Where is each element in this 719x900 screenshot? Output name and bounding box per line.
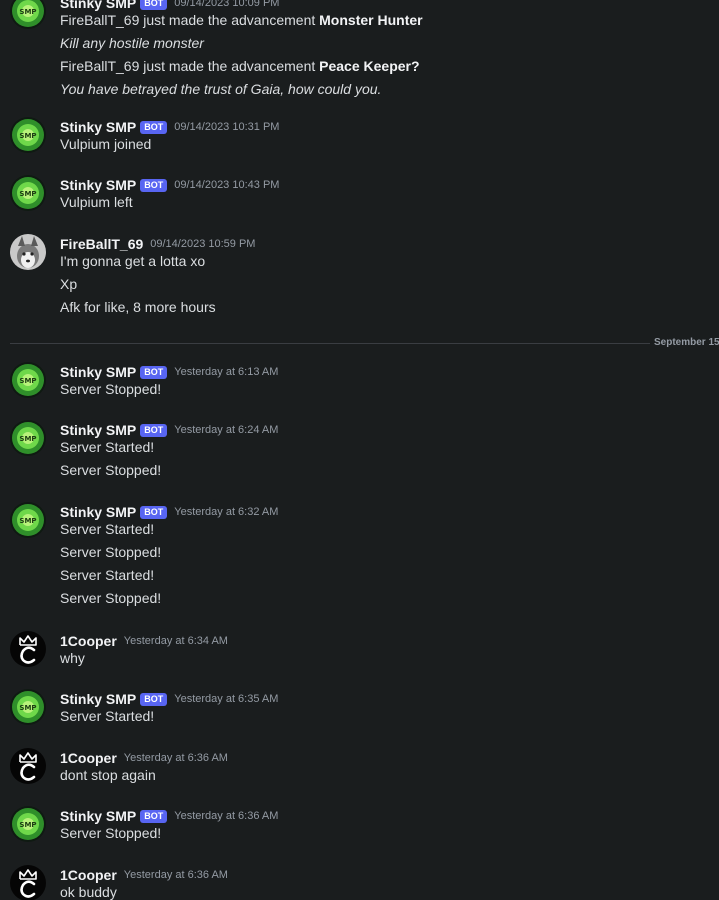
message-text: You have betrayed the trust of Gaia, how… [60, 81, 382, 97]
bot-badge: BOT [140, 505, 168, 519]
bot-badge: BOT [140, 365, 168, 379]
message-text: Server Stopped! [60, 590, 162, 606]
message-text: Server Stopped! [60, 825, 162, 841]
husky-avatar[interactable] [10, 234, 46, 270]
message-text: Kill any hostile monster [60, 35, 204, 51]
svg-text:SMP: SMP [19, 704, 36, 712]
bot-badge: BOT [140, 120, 168, 134]
message-header: Stinky SMP BOT Yesterday at 6:35 AM [60, 689, 278, 709]
bot-badge: BOT [140, 178, 168, 192]
message-text: Server Stopped! [60, 544, 162, 560]
message-timestamp[interactable]: Yesterday at 6:35 AM [174, 693, 278, 705]
message-text: Server Started! [60, 708, 155, 724]
message-text-plain: FireBallT_69 just made the advancement [60, 12, 320, 28]
stinky-smp-avatar[interactable]: SMP [10, 362, 46, 398]
message-text-plain: FireBallT_69 just made the advancement [60, 58, 320, 74]
svg-text:SMP: SMP [19, 821, 36, 829]
message-header: 1Cooper Yesterday at 6:34 AM [60, 631, 228, 651]
advancement-name: Monster Hunter [319, 12, 423, 28]
stinky-smp-avatar[interactable]: SMP [10, 0, 46, 29]
bot-badge: BOT [140, 423, 168, 437]
message-timestamp[interactable]: Yesterday at 6:36 AM [124, 869, 228, 881]
message-text: Vulpium left [60, 194, 133, 210]
bot-badge: BOT [140, 692, 168, 706]
bot-badge: BOT [140, 809, 168, 823]
message-timestamp[interactable]: 09/14/2023 10:09 PM [174, 0, 279, 9]
bot-badge: BOT [140, 0, 168, 10]
message-header: Stinky SMP BOT Yesterday at 6:24 AM [60, 420, 278, 440]
message-text: Server Started! [60, 567, 155, 583]
date-divider-line [10, 343, 650, 344]
message-text: ok buddy [60, 884, 117, 900]
message-timestamp[interactable]: Yesterday at 6:13 AM [174, 366, 278, 378]
stinky-smp-avatar[interactable]: SMP [10, 502, 46, 538]
message-header: Stinky SMP BOT Yesterday at 6:13 AM [60, 362, 278, 382]
username[interactable]: Stinky SMP [60, 422, 136, 438]
message-header: Stinky SMP BOT Yesterday at 6:32 AM [60, 502, 278, 522]
message-timestamp[interactable]: Yesterday at 6:36 AM [124, 752, 228, 764]
svg-text:SMP: SMP [19, 8, 36, 16]
message-timestamp[interactable]: Yesterday at 6:34 AM [124, 635, 228, 647]
message-text: Afk for like, 8 more hours [60, 299, 216, 315]
message-timestamp[interactable]: 09/14/2023 10:59 PM [150, 238, 255, 250]
username[interactable]: Stinky SMP [60, 0, 136, 11]
username[interactable]: Stinky SMP [60, 808, 136, 824]
message-header: Stinky SMP BOT Yesterday at 6:36 AM [60, 806, 278, 826]
message-text: Server Stopped! [60, 381, 162, 397]
message-text: FireBallT_69 just made the advancement M… [60, 11, 423, 29]
username[interactable]: 1Cooper [60, 633, 117, 649]
advancement-name: Peace Keeper? [319, 58, 420, 74]
cooper-crown-avatar[interactable] [10, 865, 46, 900]
username[interactable]: Stinky SMP [60, 691, 136, 707]
username[interactable]: Stinky SMP [60, 504, 136, 520]
cooper-crown-avatar[interactable] [10, 748, 46, 784]
username[interactable]: Stinky SMP [60, 177, 136, 193]
message-text: Xp [60, 276, 78, 292]
message-text: Server Started! [60, 521, 155, 537]
username[interactable]: FireBallT_69 [60, 236, 143, 252]
stinky-smp-avatar[interactable]: SMP [10, 175, 46, 211]
message-header: FireBallT_69 09/14/2023 10:59 PM [60, 234, 255, 254]
message-text: Server Started! [60, 439, 155, 455]
chat-message-list: September 15 SMP Stinky SMP BOT 09/14/2023 … [0, 0, 719, 900]
stinky-smp-avatar[interactable]: SMP [10, 117, 46, 153]
message-header: 1Cooper Yesterday at 6:36 AM [60, 865, 228, 885]
stinky-smp-avatar[interactable]: SMP [10, 806, 46, 842]
username[interactable]: 1Cooper [60, 750, 117, 766]
message-text: Server Stopped! [60, 462, 162, 478]
username[interactable]: Stinky SMP [60, 364, 136, 380]
username[interactable]: Stinky SMP [60, 119, 136, 135]
message-timestamp[interactable]: Yesterday at 6:24 AM [174, 424, 278, 436]
message-timestamp[interactable]: 09/14/2023 10:43 PM [174, 179, 279, 191]
stinky-smp-avatar[interactable]: SMP [10, 420, 46, 456]
message-text: dont stop again [60, 767, 156, 783]
username[interactable]: 1Cooper [60, 867, 117, 883]
message-text: FireBallT_69 just made the advancement P… [60, 57, 420, 75]
svg-text:SMP: SMP [19, 132, 36, 140]
message-timestamp[interactable]: Yesterday at 6:32 AM [174, 506, 278, 518]
svg-text:SMP: SMP [19, 190, 36, 198]
cooper-crown-avatar[interactable] [10, 631, 46, 667]
message-header: Stinky SMP BOT 09/14/2023 10:31 PM [60, 117, 279, 137]
message-text: Vulpium joined [60, 136, 152, 152]
message-header: 1Cooper Yesterday at 6:36 AM [60, 748, 228, 768]
message-header: Stinky SMP BOT 09/14/2023 10:43 PM [60, 175, 279, 195]
svg-text:SMP: SMP [19, 377, 36, 385]
message-timestamp[interactable]: 09/14/2023 10:31 PM [174, 121, 279, 133]
stinky-smp-avatar[interactable]: SMP [10, 689, 46, 725]
date-divider-label: September 15 [654, 337, 719, 348]
message-timestamp[interactable]: Yesterday at 6:36 AM [174, 810, 278, 822]
message-text: why [60, 650, 85, 666]
svg-text:SMP: SMP [19, 517, 36, 525]
message-text: I'm gonna get a lotta xo [60, 253, 206, 269]
svg-text:SMP: SMP [19, 435, 36, 443]
